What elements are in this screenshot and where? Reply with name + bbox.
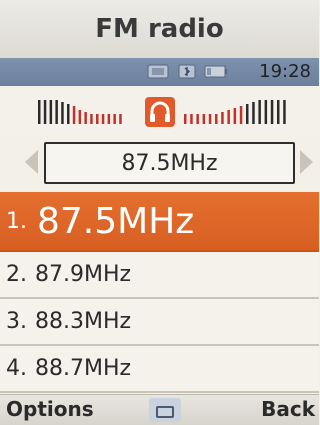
level-bar	[215, 114, 218, 124]
frequency-selector[interactable]: 87.5MHz	[0, 136, 319, 192]
arrow-left-icon[interactable]	[25, 150, 38, 174]
preset-frequency: 87.5MHz	[37, 200, 195, 242]
level-bar	[208, 114, 212, 124]
preset-number: 2.	[6, 262, 27, 287]
level-bar	[252, 102, 255, 124]
level-bar	[190, 114, 193, 124]
bluetooth-icon	[178, 64, 196, 79]
softkey-bar: Options Back	[0, 394, 319, 425]
preset-number: 3.	[6, 309, 27, 334]
level-bar	[246, 104, 249, 124]
level-bar	[221, 112, 224, 124]
level-bar	[55, 100, 58, 124]
level-bar	[96, 114, 99, 124]
level-bar	[84, 112, 87, 124]
preset-item-3[interactable]: 3. 88.3MHz	[0, 299, 319, 346]
preset-item-2[interactable]: 2. 87.9MHz	[0, 252, 319, 299]
level-bar	[258, 100, 261, 124]
level-bar	[101, 114, 105, 124]
level-bar	[67, 104, 70, 124]
level-bar	[49, 100, 53, 124]
preset-number: 1.	[6, 208, 27, 234]
level-bar	[239, 106, 243, 124]
radio-icon[interactable]	[149, 398, 181, 422]
level-bar	[227, 110, 230, 124]
level-bar	[113, 114, 116, 124]
back-softkey[interactable]: Back	[261, 397, 315, 421]
preset-frequency: 88.7MHz	[35, 356, 132, 381]
preset-number: 4.	[6, 356, 27, 381]
screen-title: FM radio	[0, 0, 319, 58]
preset-frequency: 88.3MHz	[35, 309, 132, 334]
current-frequency: 87.5MHz	[44, 142, 295, 184]
preset-item-1[interactable]: 1. 87.5MHz	[0, 192, 319, 252]
level-bar	[107, 114, 111, 124]
headphone-icon	[145, 97, 175, 127]
level-bar	[184, 114, 187, 124]
level-bar	[196, 114, 199, 124]
battery-icon	[204, 65, 227, 78]
preset-item-4[interactable]: 4. 88.7MHz	[0, 346, 319, 393]
level-bar	[264, 100, 268, 124]
status-time: 19:28	[259, 61, 311, 82]
preset-list: 1. 87.5MHz 2. 87.9MHz 3. 88.3MHz 4. 88.7…	[0, 192, 319, 393]
level-bar	[277, 100, 280, 124]
level-bar	[72, 106, 76, 124]
level-bar	[202, 114, 206, 124]
level-bar	[90, 114, 93, 124]
options-softkey[interactable]: Options	[6, 397, 94, 421]
level-bar	[38, 100, 41, 124]
level-bar	[119, 114, 122, 124]
level-bar	[270, 100, 274, 124]
radio-shape	[156, 406, 174, 418]
status-bar: 19:28	[0, 58, 319, 86]
signal-level-meter	[0, 86, 319, 136]
level-bar	[233, 108, 237, 124]
level-bar	[78, 110, 82, 124]
arrow-right-icon[interactable]	[300, 150, 313, 174]
message-icon	[147, 64, 169, 79]
preset-frequency: 87.9MHz	[35, 262, 132, 287]
level-bar	[43, 100, 47, 124]
level-bar	[61, 102, 64, 124]
level-bar	[283, 100, 286, 124]
